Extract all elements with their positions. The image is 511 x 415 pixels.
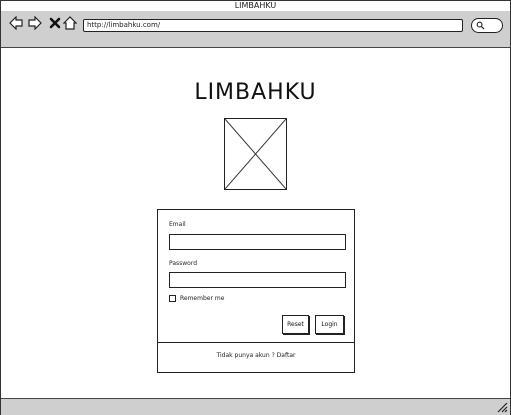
window-title: LIMBAHKU <box>234 1 277 10</box>
search-icon <box>476 21 485 30</box>
forward-icon[interactable] <box>28 16 42 30</box>
browser-window: LIMBAHKU http://limbahku.com/ LIMBAHKU E… <box>0 0 511 415</box>
browser-toolbar: http://limbahku.com/ <box>1 11 510 48</box>
home-icon[interactable] <box>63 16 77 30</box>
email-label: Email <box>169 221 186 228</box>
status-bar <box>1 398 510 415</box>
form-divider <box>158 342 354 343</box>
login-button[interactable]: Login <box>315 315 344 334</box>
page-content: LIMBAHKU Email Password Remember me Rese… <box>1 48 510 398</box>
browser-search-box[interactable] <box>471 18 503 33</box>
close-icon[interactable] <box>48 16 62 30</box>
login-form: Email Password Remember me Reset Login T… <box>157 209 355 373</box>
password-label: Password <box>169 260 198 267</box>
page-title: LIMBAHKU <box>194 80 317 105</box>
email-field[interactable] <box>169 234 346 250</box>
register-link[interactable]: Tidak punya akun ? Daftar <box>158 352 354 359</box>
back-icon[interactable] <box>9 16 23 30</box>
password-field[interactable] <box>169 272 346 288</box>
reset-button[interactable]: Reset <box>282 315 309 334</box>
resize-icon[interactable] <box>496 401 508 413</box>
remember-me-checkbox[interactable] <box>169 295 176 302</box>
address-bar[interactable]: http://limbahku.com/ <box>83 19 463 32</box>
remember-me-label: Remember me <box>180 295 225 302</box>
logo-image-placeholder <box>224 118 287 190</box>
